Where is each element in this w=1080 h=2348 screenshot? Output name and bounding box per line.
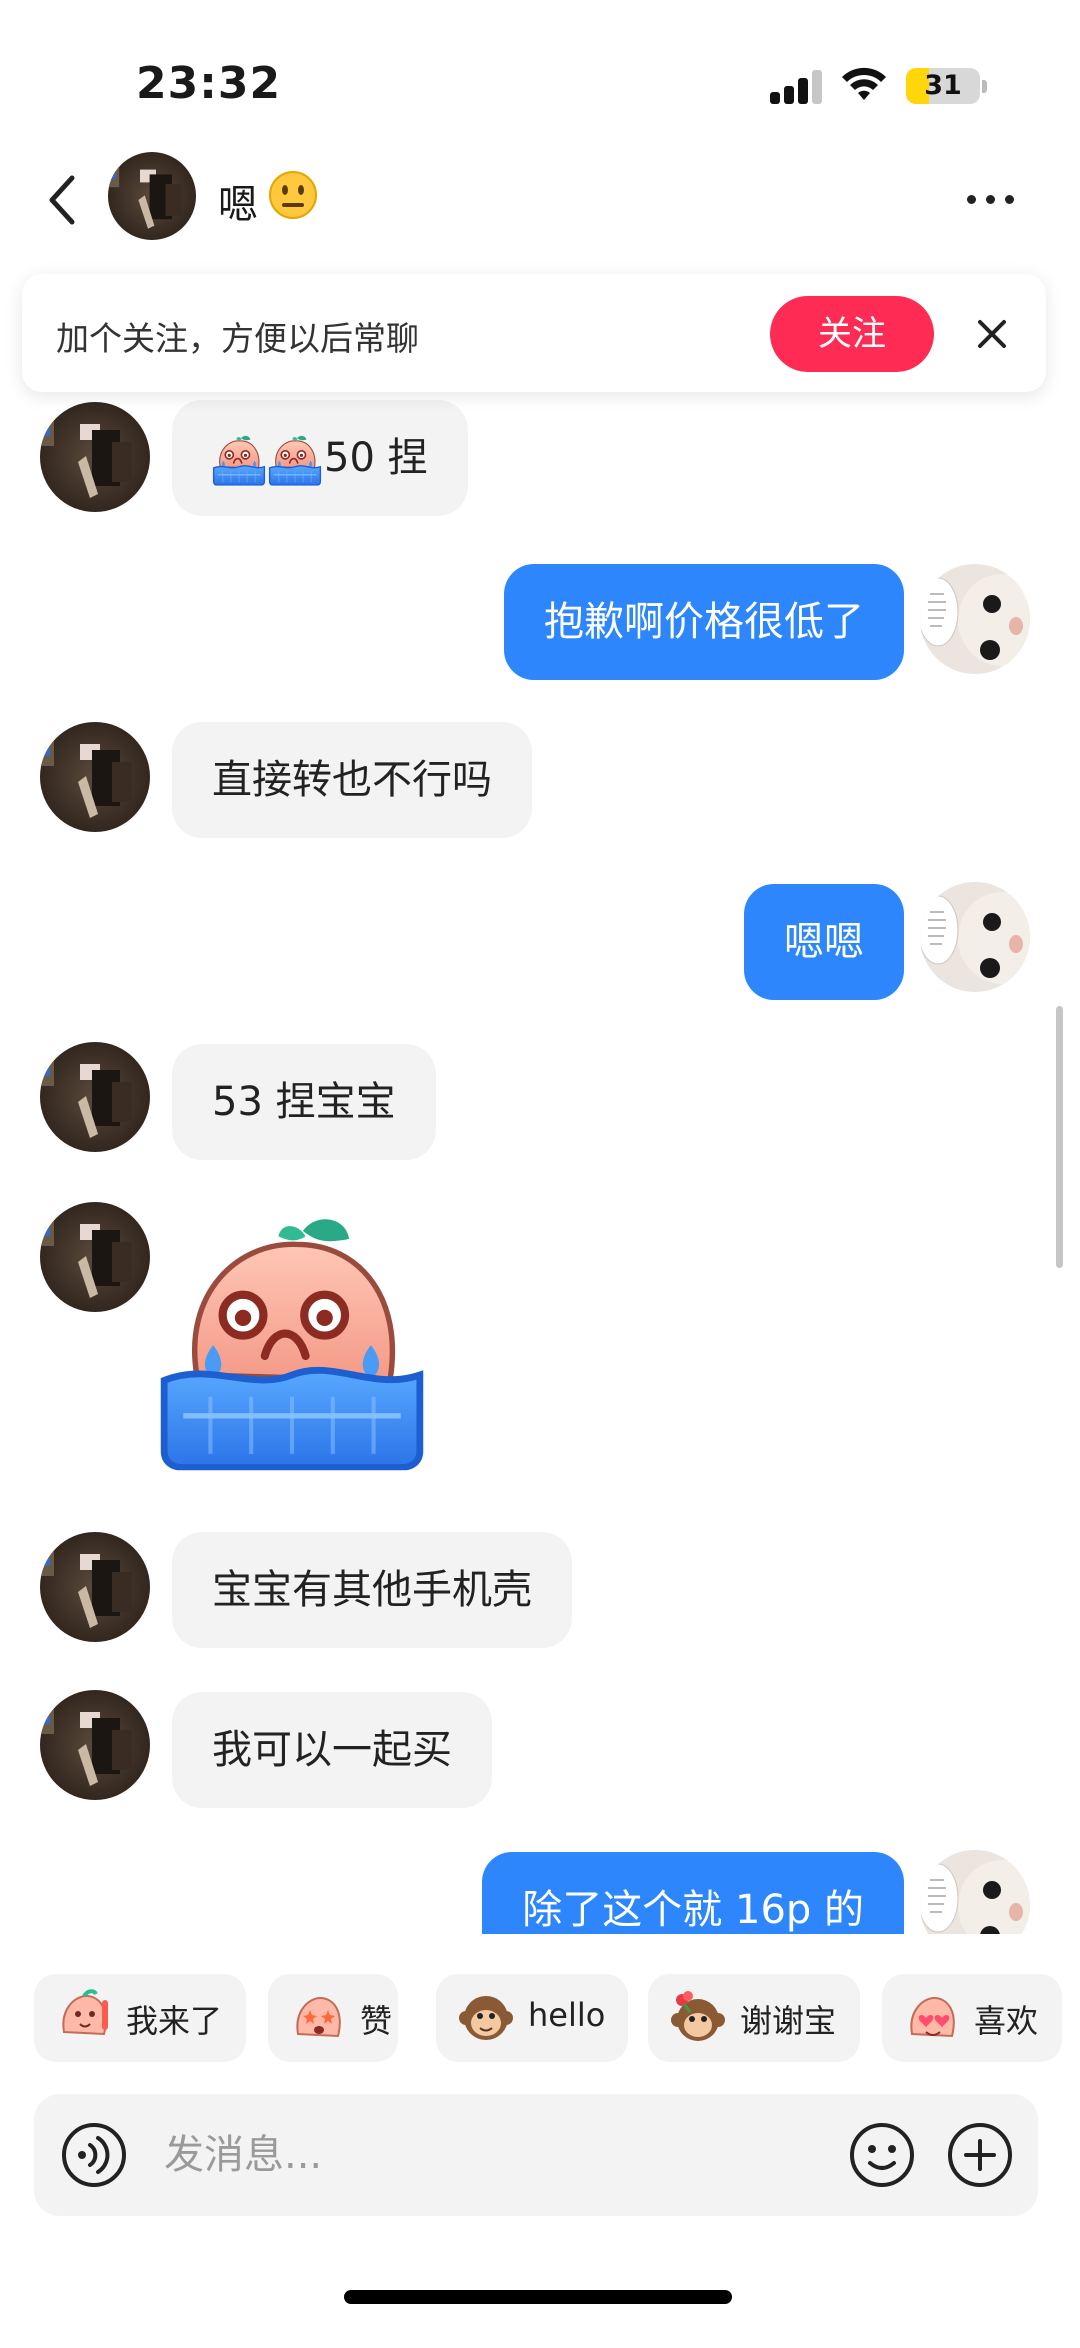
peach-heart-sticker-icon <box>910 1996 955 2038</box>
message-text: 53 捏宝宝 <box>212 1079 396 1125</box>
quick-reply-label: 赞 <box>360 2002 393 2040</box>
peach-star-sticker-icon <box>296 1996 341 2038</box>
contact-avatar[interactable] <box>108 152 196 240</box>
quick-reply-chip[interactable]: 谢谢宝 <box>648 1974 860 2062</box>
message-text: 宝宝有其他手机壳 <box>212 1567 532 1613</box>
follow-prompt-text: 加个关注，方便以后常聊 <box>56 319 419 358</box>
message-bubble-incoming[interactable]: 53 捏宝宝 <box>172 1044 436 1160</box>
contact-name[interactable]: 嗯 <box>218 172 258 230</box>
peach-wave-sticker-icon <box>62 1989 108 2036</box>
quick-reply-label: 谢谢宝 <box>740 2002 837 2040</box>
quick-reply-chip[interactable]: 赞 <box>268 1974 398 2062</box>
avatar[interactable] <box>40 1202 150 1312</box>
monkey-sticker-icon <box>459 1996 513 2040</box>
follow-button[interactable]: 关注 <box>770 296 934 372</box>
crying-peach-sticker-icon <box>212 433 266 487</box>
message-text: 抱歉啊价格很低了 <box>544 599 864 645</box>
voice-input-button[interactable] <box>60 2121 128 2189</box>
my-avatar[interactable] <box>920 564 1030 674</box>
quick-reply-row: 我来了 赞 hello 谢谢宝 喜欢 <box>0 1974 1080 2064</box>
wifi-icon <box>842 67 886 100</box>
message-bubble-incoming[interactable]: 50 捏 <box>172 400 468 516</box>
more-dots-icon <box>967 195 976 204</box>
quick-reply-chip[interactable]: hello <box>436 1974 628 2062</box>
avatar[interactable] <box>40 1042 150 1152</box>
cellular-signal-icon <box>770 70 824 104</box>
quick-reply-chip[interactable]: 我来了 <box>34 1974 246 2062</box>
avatar[interactable] <box>40 402 150 512</box>
my-avatar[interactable] <box>920 882 1030 992</box>
message-bubble-incoming[interactable]: 我可以一起买 <box>172 1692 492 1808</box>
message-bubble-outgoing[interactable]: 除了这个就 16p 的 <box>482 1852 904 1934</box>
follow-banner: 加个关注，方便以后常聊 关注 <box>22 274 1046 392</box>
battery-cap <box>982 80 987 93</box>
chat-header: 嗯 <box>0 150 1080 250</box>
my-avatar[interactable] <box>920 1850 1030 1934</box>
avatar[interactable] <box>40 1532 150 1642</box>
message-text: 直接转也不行吗 <box>212 757 492 803</box>
neutral-face-icon <box>269 171 317 219</box>
avatar[interactable] <box>40 722 150 832</box>
crying-peach-sticker[interactable] <box>156 1210 428 1472</box>
battery-icon: 31 <box>906 68 980 104</box>
message-bubble-incoming[interactable]: 直接转也不行吗 <box>172 722 532 838</box>
crying-peach-sticker-icon <box>268 433 322 487</box>
battery-level: 31 <box>924 70 962 101</box>
home-indicator <box>344 2290 732 2304</box>
more-options-button[interactable] <box>965 174 1019 224</box>
message-bubble-outgoing[interactable]: 抱歉啊价格很低了 <box>504 564 904 680</box>
message-text: 除了这个就 16p 的 <box>522 1887 864 1933</box>
message-input-bar <box>34 2094 1038 2216</box>
message-input[interactable] <box>164 2124 724 2186</box>
plus-button[interactable] <box>946 2121 1014 2189</box>
avatar[interactable] <box>40 1690 150 1800</box>
message-text: 50 捏 <box>324 435 428 481</box>
message-bubble-outgoing[interactable]: 嗯嗯 <box>744 884 904 1000</box>
message-bubble-incoming[interactable]: 宝宝有其他手机壳 <box>172 1532 572 1648</box>
message-list[interactable]: 50 捏 抱歉啊价格很低了 直接转也不行吗 嗯嗯 53 捏宝宝 宝宝有其他手机壳… <box>0 392 1080 1934</box>
emoji-button[interactable] <box>848 2121 916 2189</box>
close-icon[interactable] <box>972 314 1012 354</box>
scrollbar[interactable] <box>1056 1006 1063 1268</box>
message-text: 嗯嗯 <box>784 919 864 965</box>
message-text: 我可以一起买 <box>212 1727 452 1773</box>
status-time: 23:32 <box>136 58 282 109</box>
status-bar: 23:32 31 <box>0 0 1080 150</box>
back-button[interactable] <box>40 170 84 230</box>
quick-reply-label: 我来了 <box>126 2002 223 2040</box>
quick-reply-label: 喜欢 <box>974 2002 1039 2040</box>
quick-reply-label: hello <box>528 1996 606 2034</box>
quick-reply-chip[interactable]: 喜欢 <box>882 1974 1062 2062</box>
monkey-flower-sticker-icon <box>671 1991 725 2041</box>
